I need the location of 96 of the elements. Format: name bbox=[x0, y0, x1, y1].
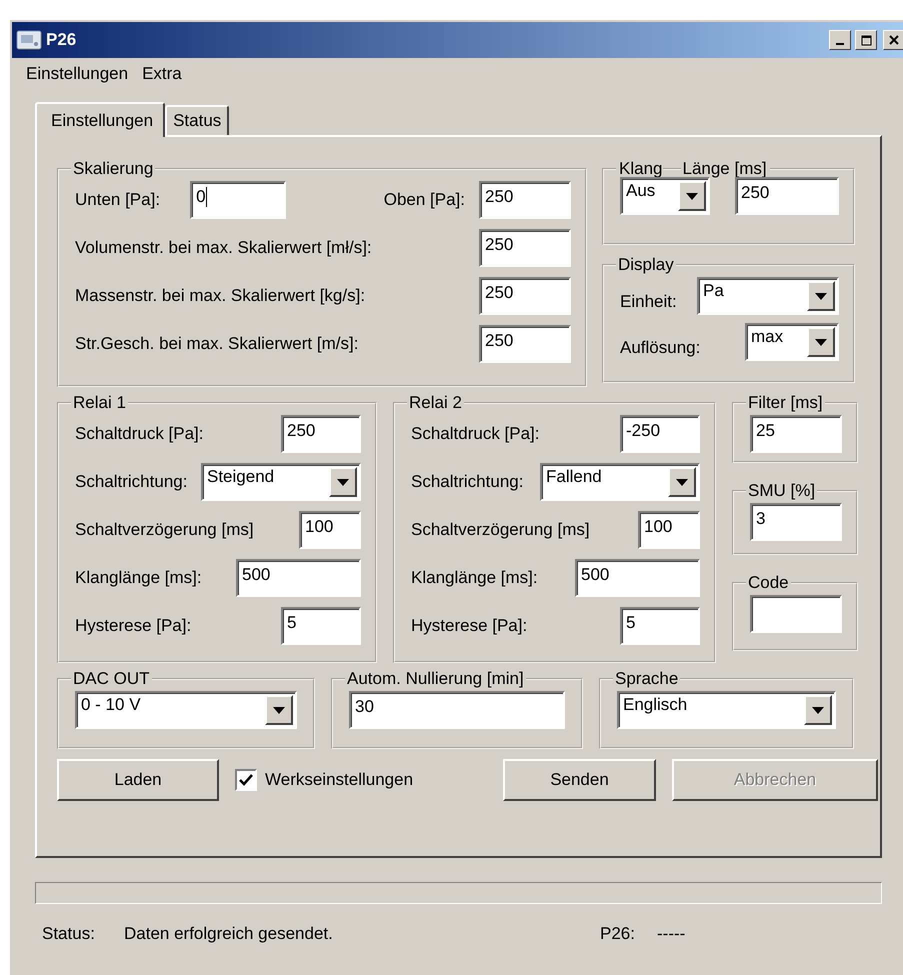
close-button[interactable] bbox=[883, 30, 903, 50]
dropdown-button[interactable] bbox=[668, 467, 696, 497]
input-field[interactable]: 5 bbox=[281, 607, 361, 645]
group-title: Skalierung bbox=[72, 159, 154, 179]
caret-icon bbox=[337, 478, 349, 486]
field-label: Volumenstr. bei max. Skalierwert [mł/s]: bbox=[75, 238, 372, 258]
field-label: Klanglänge [ms]: bbox=[75, 568, 202, 588]
tab[interactable]: Status bbox=[165, 105, 230, 135]
field-label: Schaltrichtung: bbox=[75, 472, 188, 492]
maximize-icon bbox=[860, 34, 872, 46]
checkbox[interactable] bbox=[235, 769, 257, 791]
dropdown[interactable]: Englisch bbox=[617, 691, 836, 729]
dropdown-button[interactable] bbox=[807, 327, 835, 357]
field-label: Schaltdruck [Pa]: bbox=[75, 424, 204, 444]
input-field[interactable]: 250 bbox=[479, 277, 571, 315]
input-field[interactable]: 250 bbox=[479, 229, 571, 267]
dropdown-button[interactable] bbox=[678, 181, 706, 211]
input-field[interactable]: 5 bbox=[620, 607, 700, 645]
button[interactable]: Laden bbox=[57, 759, 219, 801]
field-label: Massenstr. bei max. Skalierwert [kg/s]: bbox=[75, 286, 366, 306]
dropdown[interactable]: Fallend bbox=[540, 463, 700, 501]
dropdown-value: Pa bbox=[703, 281, 724, 301]
dropdown-button[interactable] bbox=[329, 467, 357, 497]
field-label: Hysterese [Pa]: bbox=[75, 616, 192, 636]
group-title: SMU [%] bbox=[747, 481, 816, 501]
button[interactable]: Senden bbox=[503, 759, 656, 801]
menu-item[interactable]: Extra bbox=[142, 64, 182, 98]
tab[interactable]: Einstellungen bbox=[35, 102, 166, 137]
status-label: Status: bbox=[42, 924, 96, 944]
group-title: Relai 1 bbox=[72, 393, 127, 413]
field-label: Oben [Pa]: bbox=[384, 190, 465, 210]
input-field[interactable]: 100 bbox=[299, 511, 361, 549]
group-title: Code bbox=[747, 573, 790, 593]
group-title: Autom. Nullierung [min] bbox=[346, 669, 525, 689]
close-icon bbox=[889, 35, 899, 45]
group-title: Länge [ms] bbox=[681, 159, 768, 179]
field-label: Einheit: bbox=[620, 292, 677, 312]
input-field[interactable]: 500 bbox=[575, 559, 700, 597]
field-label: Auflösung: bbox=[620, 338, 700, 358]
minimize-icon bbox=[836, 43, 844, 45]
dropdown-value: Fallend bbox=[546, 467, 602, 487]
input-field[interactable]: 3 bbox=[750, 503, 842, 541]
dropdown-value: Steigend bbox=[207, 467, 274, 487]
group-title: Relai 2 bbox=[408, 393, 463, 413]
caret-icon bbox=[676, 478, 688, 486]
caret-icon bbox=[815, 292, 827, 300]
dropdown-value: 0 - 10 V bbox=[81, 695, 141, 715]
device-icon bbox=[16, 28, 42, 52]
device-status: ----- bbox=[657, 924, 686, 944]
caret-icon bbox=[686, 192, 698, 200]
input-field[interactable]: -250 bbox=[620, 415, 700, 453]
status-message: Daten erfolgreich gesendet. bbox=[124, 924, 334, 944]
field-label: Unten [Pa]: bbox=[75, 190, 160, 210]
dropdown-value: max bbox=[751, 327, 784, 347]
field-label: Schaltverzögerung [ms] bbox=[411, 520, 590, 540]
input-field[interactable]: 250 bbox=[735, 177, 839, 215]
input-field[interactable]: 250 bbox=[479, 325, 571, 363]
dropdown[interactable]: Steigend bbox=[201, 463, 361, 501]
minimize-button[interactable] bbox=[829, 30, 851, 50]
group-title: Sprache bbox=[614, 669, 680, 689]
input-field[interactable] bbox=[750, 595, 842, 633]
dropdown-value: Aus bbox=[626, 181, 656, 201]
dropdown-button[interactable] bbox=[804, 695, 832, 725]
caret-icon bbox=[812, 706, 824, 714]
dropdown[interactable]: 0 - 10 V bbox=[75, 691, 297, 729]
maximize-button[interactable] bbox=[855, 30, 877, 50]
device-label: P26: bbox=[600, 924, 636, 944]
input-field[interactable]: 500 bbox=[236, 559, 361, 597]
input-field[interactable]: 0 bbox=[190, 181, 286, 219]
checkbox-label: Werkseinstellungen bbox=[265, 770, 414, 790]
input-field[interactable]: 250 bbox=[479, 181, 571, 219]
group-title: DAC OUT bbox=[72, 669, 150, 689]
window-title: P26 bbox=[46, 30, 78, 50]
field-label: Str.Gesch. bei max. Skalierwert [m/s]: bbox=[75, 334, 358, 354]
input-field[interactable]: 25 bbox=[750, 415, 842, 453]
group-title: Klang bbox=[618, 159, 664, 179]
field-label: Schaltdruck [Pa]: bbox=[411, 424, 540, 444]
check-icon bbox=[239, 774, 253, 786]
input-field[interactable]: 30 bbox=[349, 691, 565, 729]
input-field[interactable]: 250 bbox=[281, 415, 361, 453]
dropdown[interactable]: Pa bbox=[697, 277, 839, 315]
field-label: Klanglänge [ms]: bbox=[411, 568, 538, 588]
caret-icon bbox=[273, 706, 285, 714]
caret-icon bbox=[815, 338, 827, 346]
dropdown-value: Englisch bbox=[623, 695, 688, 715]
dropdown[interactable]: max bbox=[745, 323, 839, 361]
field-label: Hysterese [Pa]: bbox=[411, 616, 528, 636]
group-title: Filter [ms] bbox=[747, 393, 824, 413]
group-title: Display bbox=[617, 255, 675, 275]
input-field[interactable]: 100 bbox=[638, 511, 700, 549]
menu-item[interactable]: Einstellungen bbox=[26, 64, 128, 98]
dropdown[interactable]: Aus bbox=[620, 177, 710, 215]
field-label: Schaltverzögerung [ms] bbox=[75, 520, 254, 540]
field-label: Schaltrichtung: bbox=[411, 472, 524, 492]
dropdown-button[interactable] bbox=[265, 695, 293, 725]
dropdown-button[interactable] bbox=[807, 281, 835, 311]
